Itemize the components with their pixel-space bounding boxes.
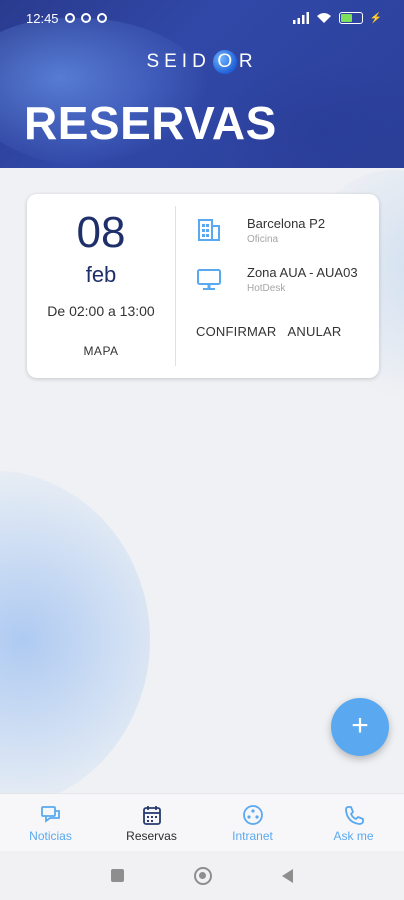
battery-icon xyxy=(338,12,363,24)
system-nav-bar xyxy=(0,851,404,900)
map-link[interactable]: MAPA xyxy=(27,344,175,358)
home-button[interactable] xyxy=(194,866,212,885)
desk-info: Zona AUA - AUA03 HotDesk xyxy=(247,265,358,294)
header: 12:45 ⚡ SEID O R RESERVAS xyxy=(0,0,404,168)
bottom-nav: Noticias Reservas Intranet Ask me xyxy=(0,793,404,851)
nav-label: Ask me xyxy=(333,829,374,843)
phone-icon xyxy=(344,806,364,825)
intranet-icon xyxy=(242,805,263,825)
calendar-icon xyxy=(142,806,161,825)
page-title: RESERVAS xyxy=(24,97,277,149)
nav-item-reservas[interactable]: Reservas xyxy=(101,794,202,851)
location-row: Barcelona P2 Oficina xyxy=(195,216,325,245)
confirm-button[interactable]: CONFIRMAR xyxy=(196,324,277,339)
signal-icon xyxy=(292,12,309,24)
status-left: 12:45 xyxy=(26,11,107,26)
reservation-time: De 02:00 a 13:00 xyxy=(47,303,155,319)
recents-button[interactable] xyxy=(111,869,124,882)
background-blob xyxy=(0,470,150,810)
nav-label: Intranet xyxy=(232,829,273,843)
nav-item-ask-me[interactable]: Ask me xyxy=(303,794,404,851)
desk-row: Zona AUA - AUA03 HotDesk xyxy=(195,265,358,294)
card-divider xyxy=(175,206,176,366)
back-button[interactable] xyxy=(282,868,293,883)
nav-item-intranet[interactable]: Intranet xyxy=(202,794,303,851)
desk-type: HotDesk xyxy=(247,283,286,294)
chat-icon xyxy=(40,806,60,823)
location-name: Barcelona P2 xyxy=(247,216,326,231)
status-bar: 12:45 ⚡ xyxy=(0,0,404,36)
reservation-date: 08 feb De 02:00 a 13:00 MAPA xyxy=(27,194,175,378)
add-reservation-button[interactable]: + xyxy=(331,698,389,756)
nav-item-noticias[interactable]: Noticias xyxy=(0,794,101,851)
alarm-icon xyxy=(64,13,75,23)
nav-label: Noticias xyxy=(29,829,72,843)
building-icon xyxy=(198,219,220,241)
wifi-icon xyxy=(316,13,331,23)
reservation-day: 08 xyxy=(76,208,126,257)
cancel-button[interactable]: ANULAR xyxy=(288,324,342,339)
notification-icon xyxy=(96,13,107,23)
reservation-card[interactable]: 08 feb De 02:00 a 13:00 MAPA Barcelona P… xyxy=(27,194,379,378)
location-info: Barcelona P2 Oficina xyxy=(247,216,325,245)
app-screen: 12:45 ⚡ SEID O R RESERVAS 08 feb De 02:0… xyxy=(0,0,404,900)
location-type: Oficina xyxy=(247,234,279,245)
desk-name: Zona AUA - AUA03 xyxy=(247,265,358,280)
status-right: ⚡ xyxy=(292,12,382,24)
status-time: 12:45 xyxy=(26,10,59,26)
seidor-logo: SEID O R xyxy=(146,50,258,74)
notification-icon xyxy=(80,13,91,23)
charging-icon: ⚡ xyxy=(369,12,382,24)
nav-label: Reservas xyxy=(126,829,177,843)
reservation-month: feb xyxy=(85,262,117,287)
card-actions: CONFIRMAR ANULAR xyxy=(196,324,341,339)
monitor-icon xyxy=(197,269,221,290)
